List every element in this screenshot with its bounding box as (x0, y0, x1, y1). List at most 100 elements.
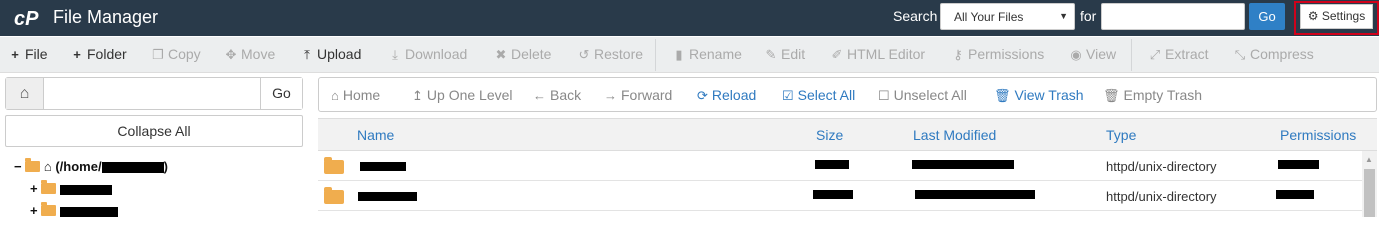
redaction-bar (59, 206, 118, 217)
column-header-last-modified[interactable]: Last Modified (913, 127, 996, 143)
search-input[interactable] (1101, 3, 1245, 30)
nav-forward-button[interactable]: → Forward (604, 87, 672, 103)
path-input[interactable] (45, 78, 260, 109)
move-button[interactable]: ✥ Move (224, 46, 276, 63)
row-type: httpd/unix-directory (1106, 189, 1217, 204)
upload-label: Upload (317, 46, 362, 62)
app-title: File Manager (53, 7, 159, 27)
toolbar-divider (655, 39, 656, 71)
html-editor-label: HTML Editor (847, 46, 926, 62)
tree-root[interactable]: − ⌂ (/home/) (14, 158, 168, 174)
collapse-all-button[interactable]: Collapse All (5, 115, 303, 147)
folder-icon (41, 180, 57, 194)
tree-item[interactable]: + (30, 180, 112, 196)
nav-view-trash-button[interactable]: 🗑 View Trash (994, 87, 1084, 104)
settings-button[interactable]: ⚙ Settings (1300, 4, 1373, 29)
new-folder-button[interactable]: + Folder (70, 46, 127, 62)
toolbar-divider (1131, 39, 1132, 71)
trash-icon: 🗑 (994, 88, 1011, 103)
cpanel-logo-icon: cP (14, 8, 39, 30)
permissions-button[interactable]: ⚷ Permissions (951, 46, 1044, 63)
chevron-down-icon: ▼ (1059, 11, 1068, 21)
vertical-scrollbar[interactable]: ▲ (1362, 151, 1377, 217)
scroll-up-arrow-icon[interactable]: ▲ (1365, 155, 1373, 164)
nav-view-trash-label: View Trash (1014, 87, 1084, 103)
html-editor-button[interactable]: ✐ HTML Editor (830, 46, 926, 63)
table-row[interactable]: httpd/unix-directory (318, 181, 1362, 211)
upload-icon: ⤒ (304, 47, 310, 62)
nav-select-all-button[interactable]: ☑ Select All (782, 87, 855, 104)
path-go-button[interactable]: Go (260, 78, 302, 109)
permissions-label: Permissions (968, 46, 1045, 62)
nav-empty-trash-button[interactable]: 🗑 Empty Trash (1103, 87, 1202, 104)
svg-text:cP: cP (14, 8, 39, 30)
folder-icon (324, 157, 344, 174)
redaction-bar (1278, 160, 1319, 169)
collapse-toggle-icon[interactable]: − (14, 159, 22, 174)
tree-root-suffix: ) (163, 159, 168, 174)
top-header-bar: cP File Manager Search All Your Files ▼ … (0, 0, 1379, 36)
open-folder-icon (25, 158, 41, 172)
expand-toggle-icon[interactable]: + (30, 203, 38, 218)
extract-button[interactable]: ⤢ Extract (1148, 46, 1209, 63)
column-header-type[interactable]: Type (1106, 127, 1136, 143)
tree-item[interactable]: + (30, 202, 118, 218)
tree-root-label: (/home/ (55, 159, 102, 174)
redaction-bar (912, 160, 1014, 169)
move-icon: ✥ (225, 47, 237, 62)
expand-toggle-icon[interactable]: + (30, 181, 38, 196)
empty-box-icon: ☐ (878, 88, 890, 103)
column-header-size[interactable]: Size (816, 127, 843, 143)
home-icon: ⌂ (43, 159, 52, 174)
search-label: Search (893, 8, 938, 24)
restore-icon: ↺ (578, 47, 590, 62)
extract-label: Extract (1165, 46, 1209, 62)
new-file-button[interactable]: + File (8, 46, 48, 62)
nav-reload-button[interactable]: ⟳ Reload (697, 87, 756, 104)
redaction-bar (59, 184, 112, 195)
redaction-bar (915, 190, 1035, 199)
redaction-bar (101, 162, 164, 174)
search-scope-select[interactable]: All Your Files ▼ (940, 3, 1075, 30)
home-icon: ⌂ (331, 88, 339, 103)
view-label: View (1086, 46, 1117, 62)
delete-button[interactable]: ✖ Delete (494, 46, 552, 63)
delete-icon: ✖ (495, 47, 507, 62)
arrow-left-icon: ← (533, 88, 546, 103)
search-go-button[interactable]: Go (1249, 3, 1285, 30)
navigation-bar: ⌂ Home ↥ Up One Level ← Back → Forward ⟳ Relo… (318, 77, 1377, 112)
copy-label: Copy (168, 46, 201, 62)
new-file-label: File (25, 46, 48, 62)
trash-icon: 🗑 (1103, 88, 1120, 103)
rename-label: Rename (689, 46, 742, 62)
folder-icon (41, 202, 57, 216)
upload-button[interactable]: ⤒ Upload (300, 46, 361, 63)
new-folder-label: Folder (87, 46, 127, 62)
scrollbar-thumb[interactable] (1364, 169, 1375, 217)
nav-unselect-all-label: Unselect All (893, 87, 967, 103)
table-row[interactable]: httpd/unix-directory (318, 151, 1362, 181)
restore-label: Restore (594, 46, 644, 62)
view-button[interactable]: ◉ View (1069, 46, 1116, 63)
nav-up-one-level-button[interactable]: ↥ Up One Level (412, 87, 513, 104)
home-icon[interactable]: ⌂ (6, 78, 44, 109)
edit-square-icon: ✐ (831, 47, 843, 62)
refresh-icon: ⟳ (697, 88, 708, 103)
path-bar: ⌂ Go (5, 77, 303, 110)
compress-button[interactable]: ⤡ Compress (1233, 46, 1314, 63)
rename-button[interactable]: ▮ Rename (672, 46, 742, 63)
nav-back-button[interactable]: ← Back (533, 87, 581, 103)
redaction-bar (360, 162, 406, 171)
edit-button[interactable]: ✎ Edit (764, 46, 806, 63)
compress-icon: ⤡ (1234, 47, 1246, 62)
nav-unselect-all-button[interactable]: ☐ Unselect All (878, 87, 967, 104)
copy-button[interactable]: ❐ Copy (151, 46, 201, 63)
nav-home-label: Home (342, 87, 381, 103)
key-icon: ⚷ (953, 47, 963, 62)
nav-home-button[interactable]: ⌂ Home (331, 87, 380, 103)
checked-box-icon: ☑ (782, 88, 794, 103)
restore-button[interactable]: ↺ Restore (577, 46, 643, 63)
column-header-permissions[interactable]: Permissions (1280, 127, 1356, 143)
download-button[interactable]: ⤓ Download (388, 46, 467, 63)
column-header-name[interactable]: Name (357, 127, 394, 143)
